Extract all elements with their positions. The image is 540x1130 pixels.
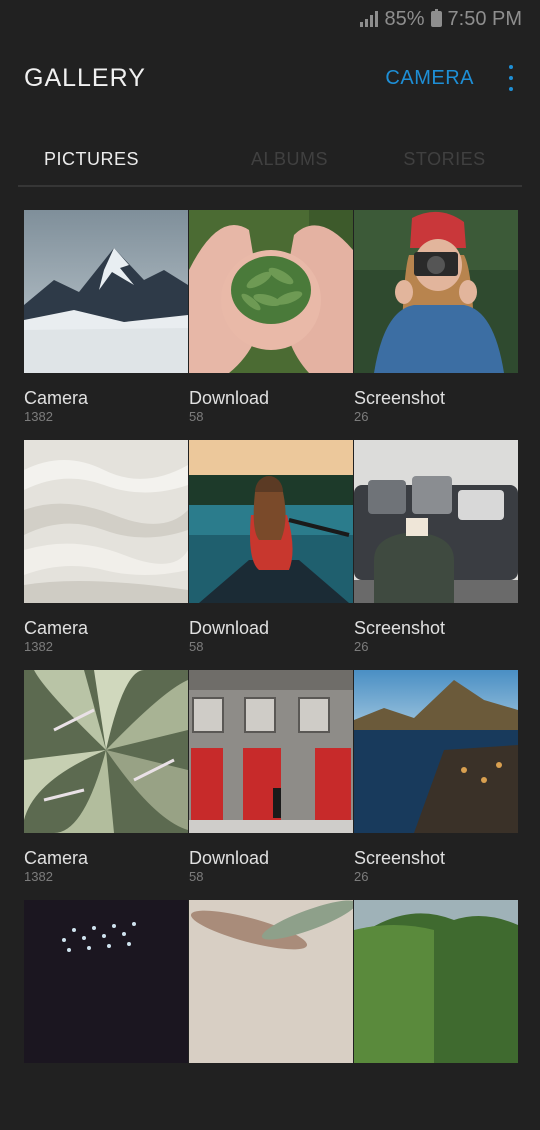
white-fabric-waves-thumbnail [24, 440, 188, 603]
album-name: Camera [24, 618, 89, 638]
album-tile[interactable] [24, 900, 188, 1130]
tab-stories[interactable]: STORIES [367, 135, 522, 185]
green-hills-thumbnail [354, 900, 518, 1063]
snowy-mountains-thumbnail [24, 210, 188, 373]
album-tile[interactable]: Camera 1382 [24, 670, 188, 900]
album-tile[interactable]: Download 58 [189, 670, 353, 900]
signal-icon [360, 11, 379, 27]
album-tile[interactable] [189, 900, 353, 1130]
battery-icon [430, 9, 442, 27]
dried-leaves-thumbnail [189, 900, 353, 1063]
album-count: 26 [354, 869, 369, 884]
album-name: Download [189, 388, 270, 408]
coastal-village-thumbnail [354, 670, 518, 833]
album-tile[interactable]: Camera 1382 [24, 440, 188, 670]
battery-percent: 85% [384, 7, 425, 30]
album-tile[interactable] [354, 900, 518, 1130]
camera-button[interactable]: CAMERA [385, 67, 474, 90]
more-options-icon[interactable] [506, 65, 516, 91]
album-tile[interactable]: Screenshot 26 [354, 440, 518, 670]
album-count: 58 [189, 869, 204, 884]
album-name: Camera [24, 848, 89, 868]
app-bar: GALLERY CAMERA [0, 48, 540, 108]
album-count: 58 [189, 639, 204, 654]
album-name: Screenshot [354, 848, 446, 868]
album-count: 58 [189, 409, 204, 424]
tab-pictures[interactable]: PICTURES [18, 135, 212, 185]
album-count: 1382 [24, 869, 53, 884]
album-tile[interactable]: Camera 1382 [24, 210, 188, 440]
dark-sparkles-thumbnail [24, 900, 188, 1063]
album-name: Screenshot [354, 618, 446, 638]
tab-albums[interactable]: ALBUMS [212, 135, 367, 185]
succulent-leaves-thumbnail [24, 670, 188, 833]
album-count: 26 [354, 639, 369, 654]
album-tile[interactable]: Screenshot 26 [354, 670, 518, 900]
hands-holding-greens-thumbnail [189, 210, 353, 373]
album-name: Camera [24, 388, 89, 408]
album-name: Screenshot [354, 388, 446, 408]
album-tile[interactable]: Screenshot 26 [354, 210, 518, 440]
album-tile[interactable]: Download 58 [189, 440, 353, 670]
status-bar: 85% 7:50 PM [0, 0, 540, 38]
woman-with-camera-thumbnail [354, 210, 518, 373]
album-grid: Camera 1382 Download 58 Screenshot 26 Ca… [24, 210, 518, 1130]
album-count: 1382 [24, 409, 53, 424]
red-doors-building-thumbnail [189, 670, 353, 833]
album-name: Download [189, 618, 270, 638]
album-tile[interactable]: Download 58 [189, 210, 353, 440]
album-name: Download [189, 848, 270, 868]
page-title: GALLERY [24, 63, 146, 92]
living-room-sofa-thumbnail [354, 440, 518, 603]
album-count: 26 [354, 409, 369, 424]
clock: 7:50 PM [447, 7, 522, 30]
woman-in-canoe-thumbnail [189, 440, 353, 603]
tab-bar: PICTURES ALBUMS STORIES [18, 135, 522, 187]
album-count: 1382 [24, 639, 53, 654]
